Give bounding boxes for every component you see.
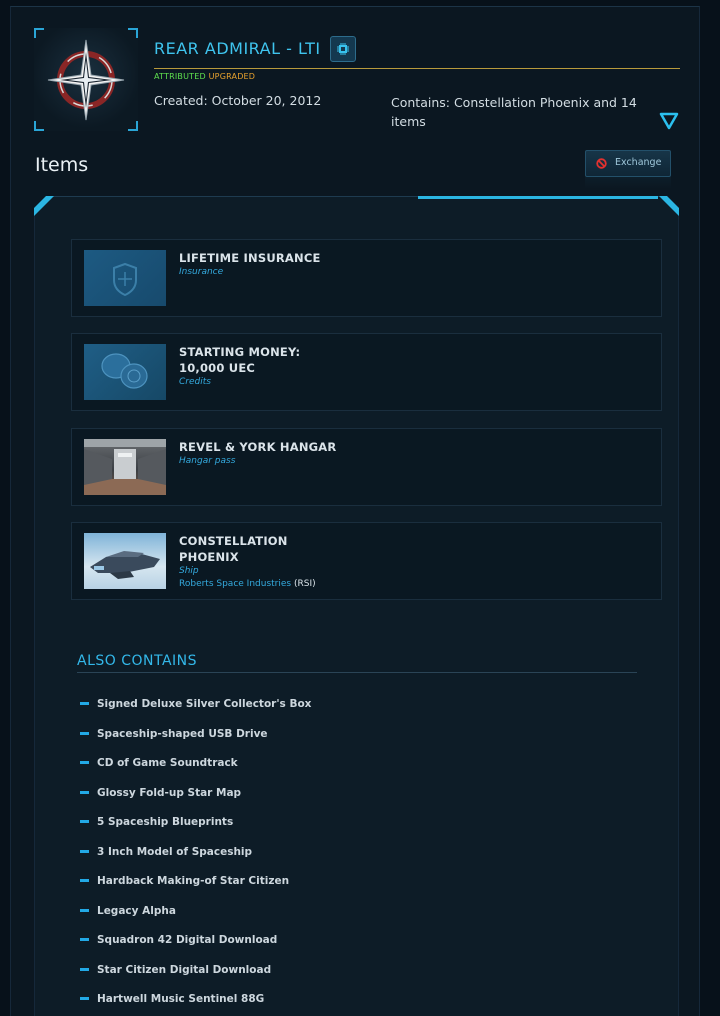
- item-card: REVEL & YORK HANGAR Hangar pass: [71, 428, 662, 506]
- pledge-title-row: REAR ADMIRAL - LTI: [154, 36, 680, 68]
- dash-icon: [80, 790, 89, 794]
- list-item: Signed Deluxe Silver Collector's Box: [80, 696, 311, 726]
- item-details: STARTING MONEY: 10,000 UEC Credits: [179, 344, 349, 389]
- list-item: Hardback Making-of Star Citizen: [80, 873, 311, 903]
- list-item: Squadron 42 Digital Download: [80, 932, 311, 962]
- compass-star-icon: [47, 39, 125, 121]
- dash-icon: [80, 997, 89, 1000]
- list-item: Spaceship-shaped USB Drive: [80, 726, 311, 756]
- frame-corner: [34, 28, 44, 38]
- list-item-label: CD of Game Soundtrack: [97, 757, 238, 769]
- list-item: Hartwell Music Sentinel 88G: [80, 991, 311, 1016]
- item-thumbnail: [84, 439, 166, 495]
- dash-icon: [80, 849, 89, 853]
- item-thumbnail: [84, 344, 166, 400]
- manufacturer-abbr: (RSI): [293, 579, 316, 589]
- list-item: 5 Spaceship Blueprints: [80, 814, 311, 844]
- tag-upgraded: UPGRADED: [208, 72, 256, 81]
- hangar-image: [84, 439, 166, 495]
- item-name: LIFETIME INSURANCE: [179, 251, 321, 265]
- chip-badge[interactable]: [330, 36, 356, 62]
- also-contains-heading: ALSO CONTAINS: [77, 653, 198, 669]
- list-item-label: Spaceship-shaped USB Drive: [97, 727, 268, 740]
- chip-icon: [337, 43, 349, 55]
- pledge-title: REAR ADMIRAL - LTI: [154, 39, 321, 58]
- ban-icon: [596, 158, 607, 169]
- list-item-label: Squadron 42 Digital Download: [97, 934, 278, 946]
- dash-icon: [80, 908, 89, 912]
- item-details: CONSTELLATION PHOENIX Ship Roberts Space…: [179, 533, 349, 591]
- list-item-label: Hardback Making-of Star Citizen: [97, 875, 290, 887]
- list-item: Star Citizen Digital Download: [80, 962, 311, 992]
- frame-corner: [128, 28, 138, 38]
- also-contains-list: Signed Deluxe Silver Collector's Box Spa…: [80, 696, 311, 1016]
- list-item-label: Signed Deluxe Silver Collector's Box: [97, 698, 312, 710]
- dash-icon: [80, 938, 89, 941]
- list-item: Glossy Fold-up Star Map: [80, 785, 311, 815]
- exchange-label: Exchange: [615, 157, 662, 168]
- dash-icon: [80, 967, 89, 971]
- item-name: CONSTELLATION PHOENIX: [179, 534, 288, 564]
- item-details: LIFETIME INSURANCE Insurance: [179, 250, 349, 279]
- dash-icon: [80, 761, 89, 764]
- button-shadow: [585, 177, 671, 189]
- item-card: LIFETIME INSURANCE Insurance: [71, 239, 662, 317]
- item-thumbnail: [84, 533, 166, 589]
- item-kind: Ship: [179, 566, 199, 576]
- list-item: Legacy Alpha: [80, 903, 311, 933]
- panel-corner-left-inner: [34, 196, 46, 208]
- item-thumbnail: [84, 250, 166, 306]
- expand-toggle[interactable]: [659, 112, 679, 130]
- exchange-button[interactable]: Exchange: [585, 150, 671, 177]
- item-kind: Credits: [179, 377, 211, 387]
- list-item-label: Glossy Fold-up Star Map: [97, 786, 242, 799]
- list-item: CD of Game Soundtrack: [80, 755, 311, 785]
- dash-icon: [80, 731, 89, 735]
- also-contains-divider: [77, 672, 637, 673]
- frame-corner: [128, 121, 138, 131]
- item-card: CONSTELLATION PHOENIX Ship Roberts Space…: [71, 522, 662, 600]
- item-name: REVEL & YORK HANGAR: [179, 440, 337, 454]
- list-item-label: Legacy Alpha: [97, 904, 176, 917]
- list-item-label: Star Citizen Digital Download: [97, 963, 272, 976]
- pledge-created: Created: October 20, 2012: [154, 93, 322, 108]
- list-item-label: Hartwell Music Sentinel 88G: [97, 993, 265, 1005]
- coins-icon: [101, 353, 148, 389]
- item-manufacturer: Roberts Space Industries (RSI): [179, 578, 379, 591]
- pledge-thumbnail: [34, 28, 138, 131]
- item-details: REVEL & YORK HANGAR Hangar pass: [179, 439, 349, 468]
- pledge-contains: Contains: Constellation Phoenix and 14 i…: [391, 95, 637, 129]
- item-name: STARTING MONEY: 10,000 UEC: [179, 345, 301, 375]
- item-kind: Hangar pass: [179, 456, 236, 466]
- pledge-tags: ATTRIBUTED UPGRADED: [154, 72, 255, 81]
- list-item: 3 Inch Model of Spaceship: [80, 844, 311, 874]
- frame-corner: [34, 121, 44, 131]
- dash-icon: [80, 820, 89, 823]
- dash-icon: [80, 702, 89, 705]
- panel-corner-right-inner: [667, 196, 679, 208]
- list-item-label: 3 Inch Model of Spaceship: [97, 845, 253, 858]
- panel-accent-bar: [418, 196, 658, 199]
- list-item-label: 5 Spaceship Blueprints: [97, 816, 234, 828]
- item-card: STARTING MONEY: 10,000 UEC Credits: [71, 333, 662, 411]
- triangle-down-icon: [659, 112, 679, 130]
- item-kind: Insurance: [179, 267, 224, 277]
- manufacturer-name: Roberts Space Industries: [179, 579, 292, 589]
- dash-icon: [80, 879, 89, 882]
- shield-icon: [113, 262, 137, 297]
- tag-attributed: ATTRIBUTED: [154, 72, 206, 81]
- ship-image: [90, 551, 160, 579]
- items-heading: Items: [35, 154, 89, 176]
- title-divider: [154, 68, 680, 69]
